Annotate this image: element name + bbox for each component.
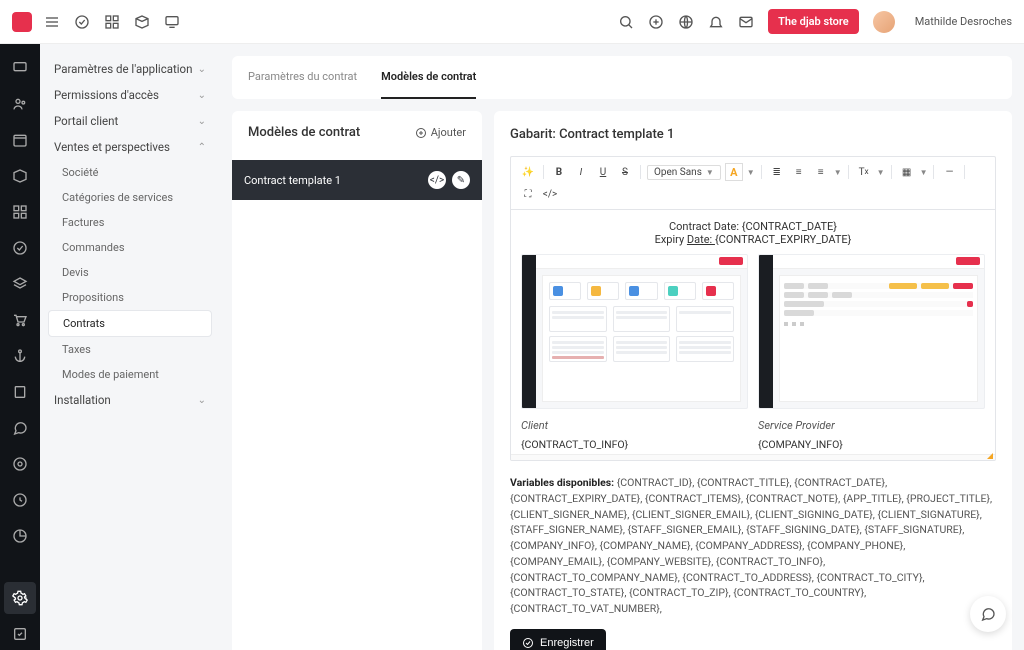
- menu-icon[interactable]: [44, 14, 60, 30]
- template-edit-icon[interactable]: ✎: [452, 171, 470, 189]
- tool-wand-icon[interactable]: ✨: [519, 163, 537, 181]
- sidebar-item-taxes[interactable]: Taxes: [48, 337, 212, 362]
- rail-check[interactable]: [4, 232, 36, 264]
- rail-anchor[interactable]: [4, 340, 36, 372]
- editor-resize-handle[interactable]: [511, 454, 995, 460]
- rail-people[interactable]: [4, 88, 36, 120]
- rail-cart[interactable]: [4, 304, 36, 336]
- tool-align-icon[interactable]: ≡: [812, 163, 830, 181]
- template-item-label: Contract template 1: [244, 174, 341, 187]
- tool-text-color[interactable]: A: [725, 163, 743, 181]
- tool-clear-format-icon[interactable]: Tx: [855, 163, 873, 181]
- tool-italic-icon[interactable]: I: [572, 163, 590, 181]
- settings-sidebar: Paramètres de l'application⌄ Permissions…: [40, 44, 220, 650]
- tool-bold-icon[interactable]: B: [550, 163, 568, 181]
- sidebar-item-quotes[interactable]: Devis: [48, 260, 212, 285]
- rail-help[interactable]: [4, 448, 36, 480]
- template-detail: Gabarit: Contract template 1 ✨ B I U S O…: [494, 111, 1012, 650]
- rail-settings[interactable]: [4, 582, 36, 614]
- store-button[interactable]: The djab store: [768, 9, 859, 34]
- bell-icon[interactable]: [708, 14, 724, 30]
- sidebar-item-payment-methods[interactable]: Modes de paiement: [48, 362, 212, 387]
- sidebar-item-service-categories[interactable]: Catégories de services: [48, 185, 212, 210]
- rail-grid[interactable]: [4, 196, 36, 228]
- rail-book[interactable]: [4, 376, 36, 408]
- sidebar-group-app-settings[interactable]: Paramètres de l'application⌄: [48, 56, 212, 82]
- sidebar-group-permissions[interactable]: Permissions d'accès⌄: [48, 82, 212, 108]
- editor-provider-label: Service Provider: [758, 419, 985, 432]
- sidebar-item-company[interactable]: Société: [48, 160, 212, 185]
- avatar[interactable]: [873, 11, 895, 33]
- tool-minus-icon[interactable]: —: [940, 163, 958, 181]
- tool-code-icon[interactable]: </>: [541, 185, 559, 203]
- template-item[interactable]: Contract template 1 </> ✎: [232, 160, 482, 200]
- rail-pie[interactable]: [4, 520, 36, 552]
- tool-table-icon[interactable]: ▦: [898, 163, 916, 181]
- editor-toolbar: ✨ B I U S Open Sans▼ A▼ ≣ ≡ ≡▼: [511, 157, 995, 210]
- rail-calendar[interactable]: [4, 124, 36, 156]
- help-fab[interactable]: [970, 596, 1006, 632]
- editor-image-left: [521, 254, 748, 409]
- sidebar-group-sales[interactable]: Ventes et perspectives⌃: [48, 134, 212, 160]
- user-name[interactable]: Mathilde Desroches: [915, 15, 1012, 28]
- plus-circle-icon[interactable]: [648, 14, 664, 30]
- app-logo[interactable]: [12, 12, 32, 32]
- grid-icon[interactable]: [104, 14, 120, 30]
- sidebar-item-contracts[interactable]: Contrats: [48, 310, 212, 337]
- save-button[interactable]: Enregistrer: [510, 629, 606, 650]
- rail-box[interactable]: [4, 160, 36, 192]
- templates-list: Modèles de contrat Ajouter Contract temp…: [232, 111, 482, 650]
- monitor-icon[interactable]: [164, 14, 180, 30]
- rail-exit[interactable]: [4, 484, 36, 516]
- tool-ul-icon[interactable]: ≣: [768, 163, 786, 181]
- sidebar-group-installation[interactable]: Installation⌄: [48, 387, 212, 413]
- tool-underline-icon[interactable]: U: [594, 163, 612, 181]
- editor-client-label: Client: [521, 419, 748, 432]
- topbar: The djab store Mathilde Desroches: [0, 0, 1024, 44]
- tab-contract-params[interactable]: Paramètres du contrat: [248, 56, 357, 99]
- rail-layers[interactable]: [4, 268, 36, 300]
- search-icon[interactable]: [618, 14, 634, 30]
- tool-expand-icon[interactable]: ⛶: [519, 185, 537, 203]
- template-detail-title: Gabarit: Contract template 1: [510, 127, 996, 142]
- check-circle-icon[interactable]: [74, 14, 90, 30]
- rail-dashboard[interactable]: [4, 52, 36, 84]
- mail-icon[interactable]: [738, 14, 754, 30]
- sidebar-item-orders[interactable]: Commandes: [48, 235, 212, 260]
- workspace: Paramètres du contrat Modèles de contrat…: [220, 44, 1024, 650]
- rail-edit[interactable]: [4, 618, 36, 650]
- editor-body[interactable]: Contract Date: {CONTRACT_DATE} Expiry Da…: [511, 210, 995, 454]
- available-variables: Variables disponibles: {CONTRACT_ID}, {C…: [510, 475, 996, 617]
- add-template-button[interactable]: Ajouter: [415, 126, 466, 139]
- sidebar-group-client-portal[interactable]: Portail client⌄: [48, 108, 212, 134]
- rich-editor: ✨ B I U S Open Sans▼ A▼ ≣ ≡ ≡▼: [510, 156, 996, 461]
- editor-image-right: [758, 254, 985, 409]
- box-icon[interactable]: [134, 14, 150, 30]
- editor-client-value: {CONTRACT_TO_INFO}: [521, 438, 748, 451]
- tool-strike-icon[interactable]: S: [616, 163, 634, 181]
- globe-icon[interactable]: [678, 14, 694, 30]
- editor-provider-value: {COMPANY_INFO}: [758, 438, 985, 451]
- template-code-icon[interactable]: </>: [428, 171, 446, 189]
- tab-contract-models[interactable]: Modèles de contrat: [381, 56, 476, 99]
- templates-list-title: Modèles de contrat: [248, 125, 360, 140]
- tool-font-select[interactable]: Open Sans▼: [647, 165, 721, 180]
- rail-chat[interactable]: [4, 412, 36, 444]
- tabs-card: Paramètres du contrat Modèles de contrat: [232, 56, 1012, 99]
- sidebar-item-proposals[interactable]: Propositions: [48, 285, 212, 310]
- sidebar-item-invoices[interactable]: Factures: [48, 210, 212, 235]
- icon-rail: [0, 44, 40, 650]
- tool-ol-icon[interactable]: ≡: [790, 163, 808, 181]
